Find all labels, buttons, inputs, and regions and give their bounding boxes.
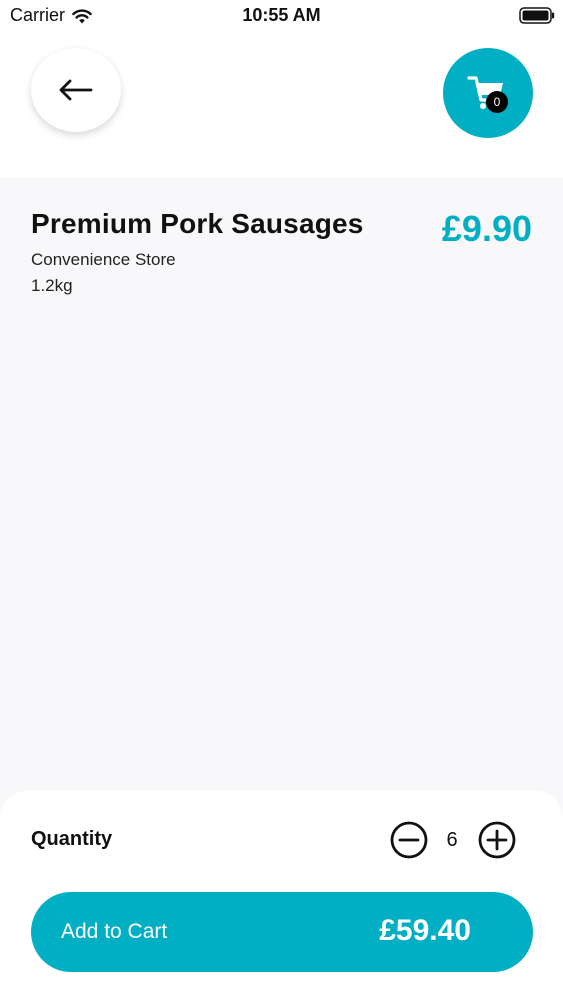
status-bar: Carrier 10:55 AM xyxy=(0,0,563,32)
arrow-left-icon xyxy=(59,79,93,101)
back-button[interactable] xyxy=(31,48,121,132)
battery-icon xyxy=(519,7,555,24)
status-time: 10:55 AM xyxy=(242,5,321,25)
product-title: Premium Pork Sausages xyxy=(31,208,364,239)
product-info-panel xyxy=(0,178,563,818)
cart-count-badge: 0 xyxy=(486,91,508,113)
add-to-cart-label: Add to Cart xyxy=(61,920,168,943)
add-to-cart-button[interactable]: Add to Cart £59.40 xyxy=(31,892,533,972)
product-price: £9.90 xyxy=(441,208,532,249)
quantity-label: Quantity xyxy=(31,828,113,850)
product-detail-screen: Carrier 10:55 AM 0 Premium Pork Sausages… xyxy=(0,0,563,1000)
cart-total-price: £59.40 xyxy=(379,914,471,947)
quantity-decrease-button[interactable] xyxy=(390,821,428,859)
quantity-value: 6 xyxy=(446,829,458,851)
quantity-increase-button[interactable] xyxy=(478,821,516,859)
cart-button[interactable] xyxy=(443,48,533,138)
product-weight: 1.2kg xyxy=(31,276,73,295)
store-name: Convenience Store xyxy=(31,250,176,269)
